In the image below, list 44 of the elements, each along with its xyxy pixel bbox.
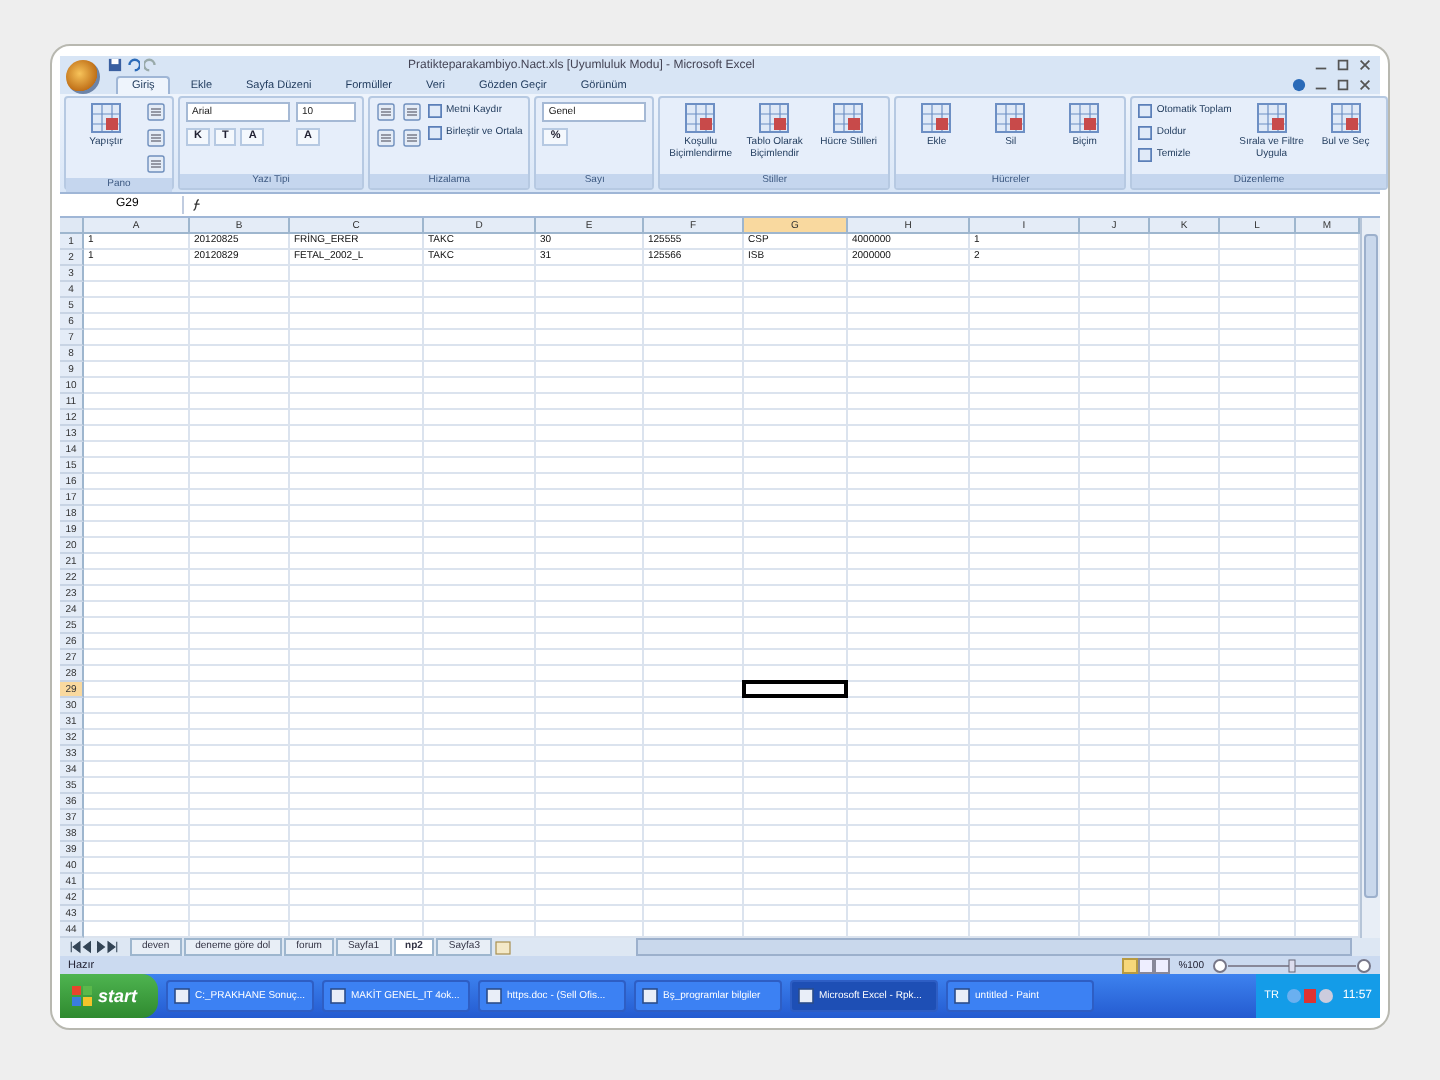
grid-icon <box>1068 102 1101 134</box>
sheet-navigation-icon[interactable] <box>66 940 122 954</box>
new-sheet-icon[interactable] <box>493 939 514 955</box>
toolbar-icon[interactable] <box>376 102 396 122</box>
window-icon <box>953 988 970 1004</box>
square-icon <box>428 125 442 139</box>
grid-icon <box>90 102 122 134</box>
windows-flag-icon <box>72 986 92 1006</box>
select-all-corner[interactable] <box>60 218 84 234</box>
window-icon <box>641 988 658 1004</box>
save-icon[interactable] <box>108 58 122 72</box>
close-icon[interactable] <box>1358 58 1372 72</box>
tray-icons[interactable] <box>1286 988 1335 1004</box>
square-icon <box>428 103 442 117</box>
toolbar-icon[interactable] <box>376 128 396 148</box>
close-icon[interactable] <box>1358 77 1372 91</box>
window-icon <box>173 988 190 1004</box>
toolbar-icon[interactable] <box>402 128 422 148</box>
grid-icon <box>994 102 1027 134</box>
redo-icon[interactable] <box>144 58 158 72</box>
square-icon <box>1138 147 1153 161</box>
grid-icon <box>832 102 865 134</box>
toolbar-icon[interactable] <box>146 154 166 174</box>
grid-icon <box>758 102 791 134</box>
toolbar-icon[interactable] <box>146 102 166 122</box>
window-icon <box>485 988 502 1004</box>
square-icon <box>1138 103 1153 117</box>
grid-icon <box>1329 102 1362 134</box>
toolbar-icon[interactable] <box>146 128 166 148</box>
square-icon <box>1138 125 1153 139</box>
zoom-slider[interactable] <box>1212 957 1372 973</box>
slider-thumb[interactable] <box>1288 958 1296 972</box>
window-icon <box>797 988 814 1004</box>
undo-icon[interactable] <box>126 58 140 72</box>
help-icon[interactable] <box>1292 77 1306 91</box>
horizontal-scrollbar[interactable] <box>635 938 1352 956</box>
toolbar-icon[interactable] <box>402 102 422 122</box>
grid-icon <box>1255 102 1288 134</box>
view-buttons-icon[interactable] <box>1122 957 1171 973</box>
function-icon[interactable] <box>190 198 204 212</box>
grid-icon <box>684 102 717 134</box>
window-icon <box>329 988 346 1004</box>
grid-icon <box>920 102 953 134</box>
vertical-scrollbar[interactable] <box>1360 218 1380 938</box>
